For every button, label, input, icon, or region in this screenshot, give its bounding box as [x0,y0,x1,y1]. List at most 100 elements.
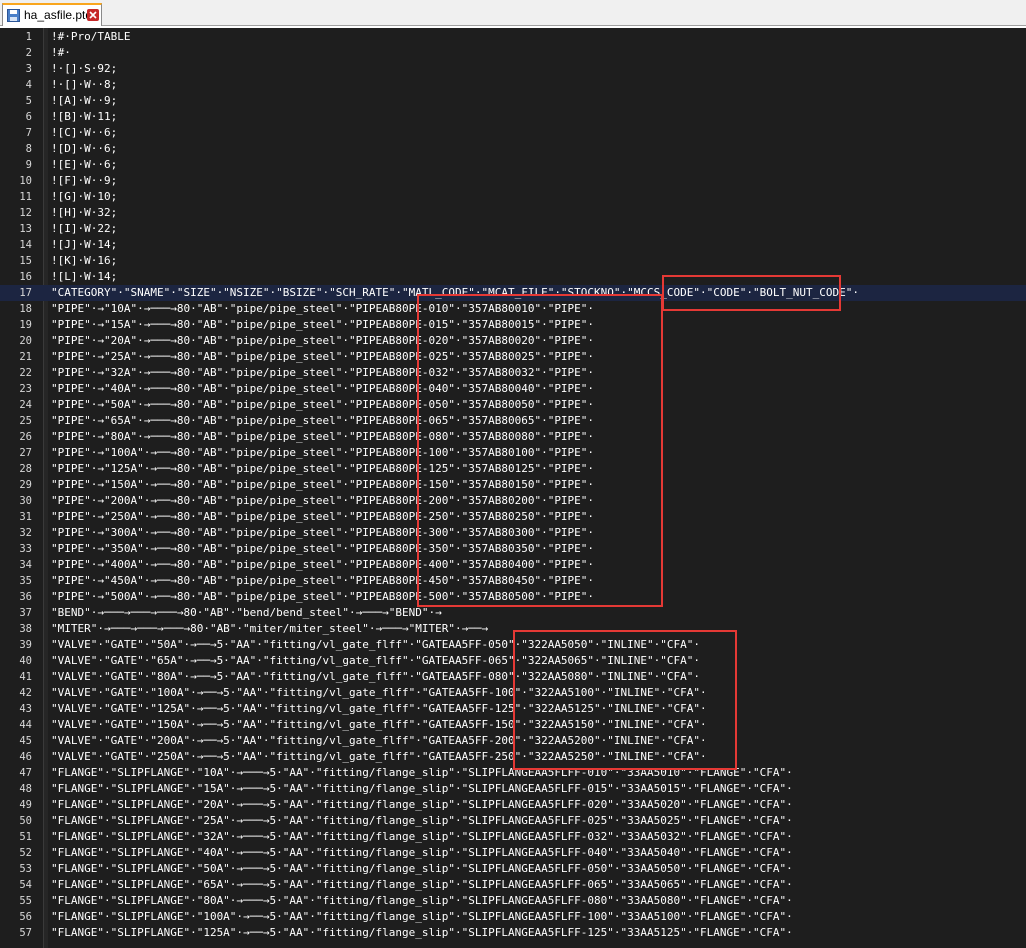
line-number: 15 [19,255,32,267]
line-number: 51 [19,831,32,843]
line-text: "FLANGE"·"SLIPFLANGE"·"50A"·→───→5·"AA"·… [51,862,793,875]
line-number: 33 [19,543,32,555]
line-number: 34 [19,559,32,571]
line-number: 49 [19,799,32,811]
line-number: 22 [19,367,32,379]
code-line[interactable]: 11 ![G]·W·10; [0,189,1026,205]
line-text: !#· [51,46,71,59]
code-line[interactable]: 15 ![K]·W·16; [0,253,1026,269]
line-text: "FLANGE"·"SLIPFLANGE"·"125A"·→──→5·"AA"·… [51,926,793,939]
line-text: "FLANGE"·"SLIPFLANGE"·"25A"·→───→5·"AA"·… [51,814,793,827]
line-number: 45 [19,735,32,747]
line-number: 10 [19,175,32,187]
line-text: ![K]·W·16; [51,254,118,267]
file-tab[interactable]: ha_asfile.ptd [2,3,102,26]
line-number: 27 [19,447,32,459]
code-line[interactable]: 54 "FLANGE"·"SLIPFLANGE"·"65A"·→───→5·"AA… [0,877,1026,893]
tab-filename: ha_asfile.ptd [24,8,93,22]
line-number: 30 [19,495,32,507]
line-text: ![L]·W·14; [51,270,118,283]
code-line[interactable]: 55 "FLANGE"·"SLIPFLANGE"·"80A"·→───→5·"AA… [0,893,1026,909]
code-line[interactable]: 51 "FLANGE"·"SLIPFLANGE"·"32A"·→───→5·"AA… [0,829,1026,845]
line-number: 25 [19,415,32,427]
code-line[interactable]: 49 "FLANGE"·"SLIPFLANGE"·"20A"·→───→5·"AA… [0,797,1026,813]
line-number: 17 [19,287,32,299]
line-number: 35 [19,575,32,587]
tab-bar: ha_asfile.ptd [0,0,1026,26]
line-number: 42 [19,687,32,699]
highlight-box-valve-codes [513,630,737,770]
line-text: !#·Pro/TABLE [51,30,131,43]
line-number: 18 [19,303,32,315]
line-text: "FLANGE"·"SLIPFLANGE"·"100A"·→──→5·"AA"·… [51,910,793,923]
line-number: 26 [19,431,32,443]
code-line[interactable]: 12 ![H]·W·32; [0,205,1026,221]
close-tab-icon[interactable] [87,9,99,21]
line-text: ![D]·W··6; [51,142,118,155]
line-number: 56 [19,911,32,923]
code-line[interactable]: 2 !#· [0,45,1026,61]
code-line[interactable]: 5 ![A]·W··9; [0,93,1026,109]
code-line[interactable]: 14 ![J]·W·14; [0,237,1026,253]
line-number: 13 [19,223,32,235]
code-line[interactable]: 9 ![E]·W··6; [0,157,1026,173]
code-line[interactable]: 4 !·[]·W··8; [0,77,1026,93]
line-number: 32 [19,527,32,539]
code-line[interactable]: 6 ![B]·W·11; [0,109,1026,125]
highlight-box-pipe-codes [417,294,663,607]
code-line[interactable]: 13 ![I]·W·22; [0,221,1026,237]
code-line[interactable]: 57 "FLANGE"·"SLIPFLANGE"·"125A"·→──→5·"AA… [0,925,1026,941]
line-text: ![B]·W·11; [51,110,118,123]
code-line[interactable]: 52 "FLANGE"·"SLIPFLANGE"·"40A"·→───→5·"AA… [0,845,1026,861]
line-number: 7 [25,127,32,139]
line-number: 46 [19,751,32,763]
code-line[interactable]: 53 "FLANGE"·"SLIPFLANGE"·"50A"·→───→5·"AA… [0,861,1026,877]
line-number: 40 [19,655,32,667]
code-line[interactable]: 16 ![L]·W·14; [0,269,1026,285]
line-text: ![C]·W··6; [51,126,118,139]
line-number: 41 [19,671,32,683]
code-line[interactable]: 7 ![C]·W··6; [0,125,1026,141]
line-number: 5 [25,95,32,107]
line-number: 36 [19,591,32,603]
line-number: 9 [25,159,32,171]
line-number: 52 [19,847,32,859]
line-number: 44 [19,719,32,731]
line-number: 11 [19,191,32,203]
code-line[interactable]: 48 "FLANGE"·"SLIPFLANGE"·"15A"·→───→5·"AA… [0,781,1026,797]
code-line[interactable]: 50 "FLANGE"·"SLIPFLANGE"·"25A"·→───→5·"AA… [0,813,1026,829]
line-text: "MITER"·→───→───→───→80·"AB"·"miter/mite… [51,622,489,635]
line-number: 37 [19,607,32,619]
code-line[interactable]: 3 !·[]·S·92; [0,61,1026,77]
line-number: 54 [19,879,32,891]
line-number: 19 [19,319,32,331]
line-text: ![I]·W·22; [51,222,118,235]
code-line[interactable]: 37 "BEND"·→───→───→───→80·"AB"·"bend/bend… [0,605,1026,621]
line-text: ![A]·W··9; [51,94,118,107]
line-text: ![F]·W··9; [51,174,118,187]
line-number: 31 [19,511,32,523]
line-text: "FLANGE"·"SLIPFLANGE"·"65A"·→───→5·"AA"·… [51,878,793,891]
line-number: 23 [19,383,32,395]
line-text: "FLANGE"·"SLIPFLANGE"·"15A"·→───→5·"AA"·… [51,782,793,795]
line-number: 2 [25,47,32,59]
line-number: 43 [19,703,32,715]
code-line[interactable]: 10 ![F]·W··9; [0,173,1026,189]
line-number: 6 [25,111,32,123]
code-line[interactable]: 8 ![D]·W··6; [0,141,1026,157]
line-text: ![H]·W·32; [51,206,118,219]
code-line[interactable]: 1 !#·Pro/TABLE [0,29,1026,45]
code-editor[interactable]: 1 !#·Pro/TABLE 2 !#· 3 !·[]·S·92; 4 !·[]·W··8; 5… [0,28,1026,948]
line-text: "FLANGE"·"SLIPFLANGE"·"80A"·→───→5·"AA"·… [51,894,793,907]
line-number: 53 [19,863,32,875]
line-text: !·[]·S·92; [51,62,118,75]
line-number: 14 [19,239,32,251]
line-number: 38 [19,623,32,635]
line-number: 3 [25,63,32,75]
line-text: ![J]·W·14; [51,238,118,251]
code-line[interactable]: 56 "FLANGE"·"SLIPFLANGE"·"100A"·→──→5·"AA… [0,909,1026,925]
line-number: 39 [19,639,32,651]
line-number: 50 [19,815,32,827]
line-number: 47 [19,767,32,779]
line-text: ![G]·W·10; [51,190,118,203]
